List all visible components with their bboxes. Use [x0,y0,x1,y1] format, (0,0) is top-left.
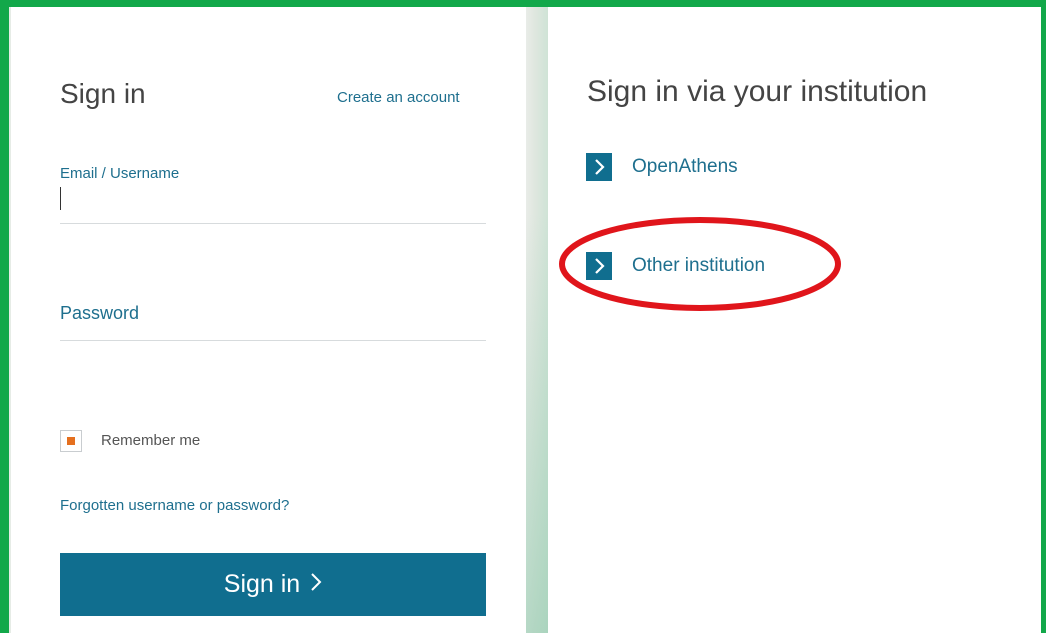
institution-title: Sign in via your institution [587,75,928,108]
chevron-right-icon [586,153,612,181]
checkbox-checked-indicator [67,437,75,445]
password-field-underline [60,340,486,341]
openathens-option[interactable]: OpenAthens [586,153,738,181]
other-institution-option[interactable]: Other institution [586,252,765,280]
email-label: Email / Username [60,165,180,182]
email-field-underline [60,223,486,224]
email-input[interactable] [60,187,61,210]
panel-divider [526,7,548,633]
other-institution-label: Other institution [632,255,766,276]
password-field[interactable]: Password [60,303,139,324]
sign-in-button-label: Sign in [223,570,301,598]
signin-title: Sign in [60,78,146,109]
chevron-right-icon [586,252,612,280]
sign-in-button[interactable]: Sign in [60,553,486,616]
create-account-link[interactable]: Create an account [337,89,460,106]
remember-me-checkbox[interactable] [60,430,82,452]
forgot-credentials-link[interactable]: Forgotten username or password? [60,497,289,514]
openathens-label: OpenAthens [632,156,738,177]
remember-me-label: Remember me [101,432,201,449]
chevron-right-icon [310,572,322,598]
